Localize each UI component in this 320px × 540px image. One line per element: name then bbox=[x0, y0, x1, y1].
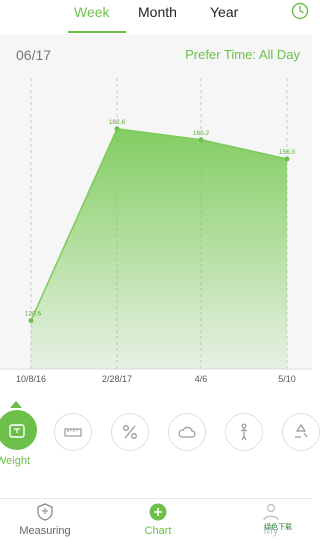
nav-measuring-label: Measuring bbox=[19, 525, 71, 537]
category-ruler-button[interactable] bbox=[54, 413, 92, 451]
scale-icon bbox=[9, 424, 25, 438]
data-point[interactable] bbox=[28, 318, 34, 324]
body-icon bbox=[240, 423, 248, 441]
measurement-categories bbox=[0, 405, 320, 465]
bottom-navigation: Measuring Chart My bbox=[0, 498, 312, 540]
plus-icon bbox=[149, 503, 167, 521]
data-point[interactable] bbox=[114, 126, 120, 132]
nav-chart[interactable]: Chart bbox=[113, 499, 203, 540]
ruler-icon bbox=[64, 428, 82, 437]
watermark-logo: 绿色下载 bbox=[264, 524, 292, 531]
weight-area-chart[interactable]: 120.6 162.6 160.2 156.0 bbox=[0, 0, 312, 400]
cloud-icon bbox=[178, 426, 196, 438]
data-label: 162.6 bbox=[109, 119, 126, 126]
category-recycle-button[interactable] bbox=[282, 413, 320, 451]
series-area bbox=[31, 128, 287, 369]
category-weight-button[interactable] bbox=[0, 410, 37, 450]
x-tick-label: 4/6 bbox=[194, 374, 208, 384]
nav-measuring[interactable]: Measuring bbox=[0, 499, 90, 540]
person-icon bbox=[263, 503, 279, 521]
category-weight-label: Weight bbox=[0, 455, 31, 467]
nav-my[interactable]: My bbox=[226, 499, 316, 540]
data-point[interactable] bbox=[284, 156, 290, 162]
category-percent-button[interactable] bbox=[111, 413, 149, 451]
x-tick-label: 5/10 bbox=[278, 374, 296, 384]
percent-icon bbox=[123, 425, 137, 439]
nav-chart-label: Chart bbox=[144, 525, 172, 537]
recycle-icon bbox=[295, 423, 308, 438]
data-label: 160.2 bbox=[193, 130, 210, 137]
data-point[interactable] bbox=[198, 137, 204, 143]
x-tick-label: 2/28/17 bbox=[101, 374, 133, 384]
data-label: 120.6 bbox=[25, 311, 42, 318]
shield-icon bbox=[37, 503, 53, 521]
x-tick-label: 10/8/16 bbox=[15, 374, 47, 384]
category-body-button[interactable] bbox=[225, 413, 263, 451]
data-label: 156.0 bbox=[279, 149, 296, 156]
category-cloud-button[interactable] bbox=[168, 413, 206, 451]
